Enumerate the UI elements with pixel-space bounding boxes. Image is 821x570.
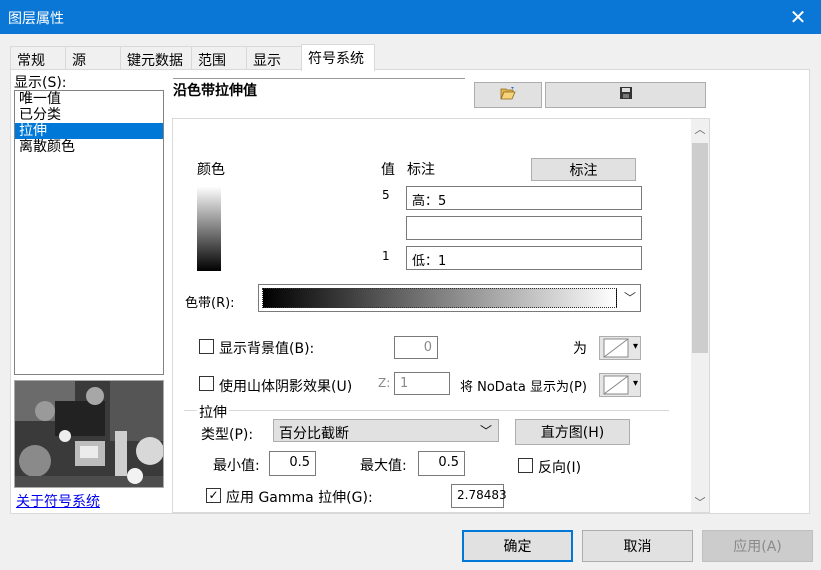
gamma-checkbox[interactable]: ✓ [206, 488, 221, 503]
z-factor-field[interactable]: 1 [394, 372, 450, 395]
high-value: 5 [382, 188, 390, 202]
show-background-checkbox[interactable] [199, 339, 214, 354]
apply-button[interactable]: 应用(A) [702, 530, 813, 562]
close-icon[interactable]: ✕ [775, 0, 821, 34]
vertical-scrollbar[interactable]: ︿ ﹀ [691, 119, 709, 512]
scroll-up-icon[interactable]: ︿ [691, 121, 709, 137]
tab-general[interactable]: 常规 [10, 46, 66, 70]
stretch-type-value: 百分比截断 [279, 426, 349, 442]
renderer-heading: 沿色带拉伸值 [173, 83, 257, 99]
background-color-picker[interactable]: ▾ [599, 336, 641, 360]
max-label: 最大值: [360, 458, 407, 474]
colorramp-label: 色带(R): [185, 296, 235, 311]
scroll-thumb[interactable] [692, 143, 708, 353]
min-value-field[interactable]: 0.5 [269, 451, 316, 476]
save-icon [619, 86, 633, 104]
list-item[interactable]: 拉伸 [15, 123, 163, 139]
max-value-field[interactable]: 0.5 [418, 451, 465, 476]
chevron-down-icon: ﹀ [623, 291, 636, 305]
annotation-label: 标注 [407, 162, 435, 178]
scroll-down-icon[interactable]: ﹀ [691, 494, 709, 510]
colorramp-dropdown[interactable]: ﹀ [258, 284, 641, 312]
stretch-type-select[interactable]: 百分比截断 ﹀ [273, 419, 499, 442]
low-value: 1 [382, 249, 390, 263]
gamma-label: 应用 Gamma 拉伸(G): [226, 490, 373, 506]
nodata-color-picker[interactable]: ▾ [599, 373, 641, 397]
invert-checkbox[interactable] [518, 458, 533, 473]
invert-label: 反向(I) [538, 460, 582, 476]
show-background-label: 显示背景值(B): [219, 341, 315, 357]
color-label: 颜色 [197, 162, 225, 178]
annotation-button[interactable]: 标注 [531, 158, 636, 181]
tab-extent[interactable]: 范围 [191, 46, 247, 70]
hillshade-label: 使用山体阴影效果(U) [219, 379, 353, 395]
tab-source[interactable]: 源 [65, 46, 121, 70]
list-item[interactable]: 已分类 [15, 107, 163, 123]
tab-symbology[interactable]: 符号系统 [301, 44, 375, 71]
window-title: 图层属性 [8, 11, 64, 27]
as-label: 为 [573, 341, 587, 357]
nodata-label: 将 NoData 显示为(P) [460, 380, 587, 395]
colorramp-gradient [262, 288, 617, 308]
title-bar: 图层属性 ✕ [0, 0, 821, 34]
tab-key-metadata[interactable]: 键元数据 [120, 46, 192, 70]
heading-divider [173, 78, 465, 79]
gamma-value-field[interactable]: 2.78483 [451, 484, 507, 508]
about-symbology-link[interactable]: 关于符号系统 [16, 491, 100, 511]
value-label: 值 [381, 162, 395, 178]
list-item[interactable]: 离散颜色 [15, 139, 163, 155]
background-value-field[interactable]: 0 [394, 336, 438, 359]
list-item[interactable]: 唯一值 [15, 91, 163, 107]
open-button[interactable] [474, 82, 542, 108]
renderer-list[interactable]: 唯一值 已分类 拉伸 离散颜色 [14, 90, 164, 375]
hillshade-checkbox[interactable] [199, 376, 214, 391]
z-label: Z: [378, 376, 391, 390]
high-label-field[interactable]: 高：5 [406, 186, 642, 210]
tab-display[interactable]: 显示 [246, 46, 302, 70]
chevron-down-icon: ﹀ [479, 424, 492, 438]
stretch-type-label: 类型(P): [201, 427, 254, 443]
ok-button[interactable]: 确定 [462, 530, 573, 562]
renderer-preview-image [14, 380, 164, 488]
min-label: 最小值: [213, 458, 260, 474]
show-label: 显示(S): [14, 75, 67, 91]
cancel-button[interactable]: 取消 [582, 530, 693, 562]
save-button[interactable] [545, 82, 706, 108]
low-label-field[interactable]: 低：1 [406, 246, 642, 270]
color-gradient-swatch [197, 186, 221, 271]
mid-label-field[interactable] [406, 216, 642, 240]
histogram-button[interactable]: 直方图(H) [515, 419, 630, 445]
folder-open-icon [500, 86, 516, 104]
dropdown-arrow-icon: ▾ [632, 378, 638, 389]
dropdown-arrow-icon: ▾ [632, 341, 638, 352]
stretch-group-label: 拉伸 [197, 402, 229, 422]
